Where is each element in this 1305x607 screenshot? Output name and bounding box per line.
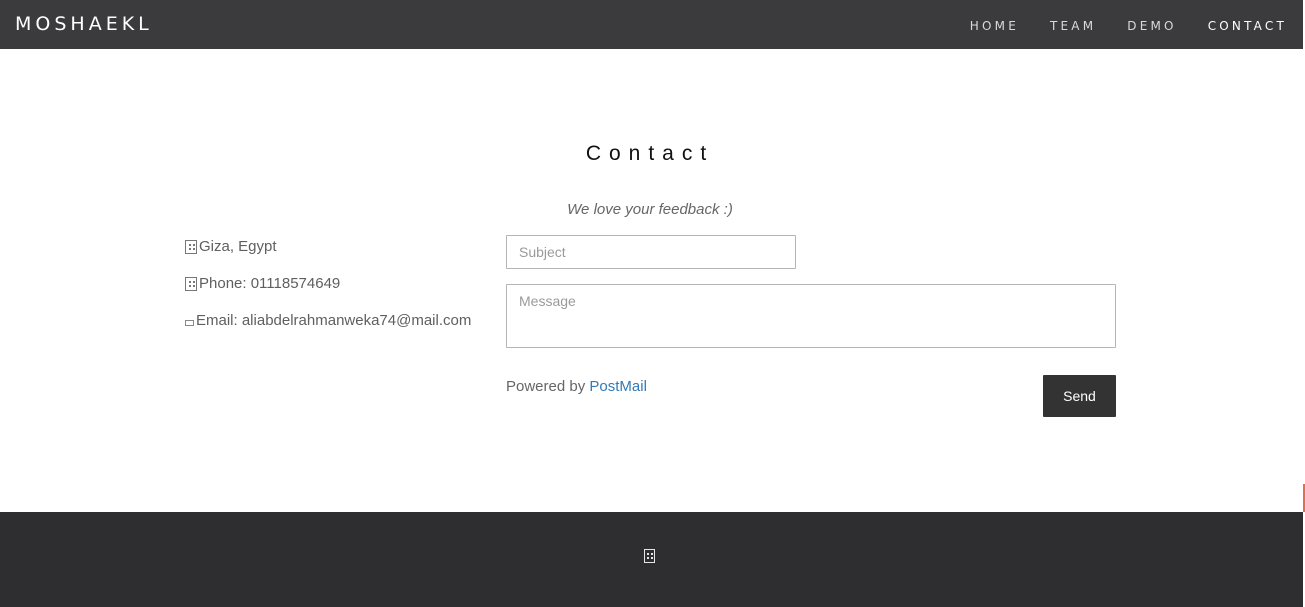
send-button[interactable]: Send	[1043, 375, 1116, 417]
postmail-link[interactable]: PostMail	[589, 378, 647, 395]
building-icon	[644, 549, 655, 563]
contact-tagline: We love your feedback :)	[567, 201, 733, 218]
nav-link-demo[interactable]: DEMO	[1127, 19, 1176, 33]
building-icon	[185, 240, 197, 254]
nav-link-team[interactable]: TEAM	[1050, 19, 1096, 33]
navbar: MOSHAEKL HOME TEAM DEMO CONTACT	[0, 0, 1303, 49]
page-title: Contact	[585, 142, 715, 165]
nav-item-demo: DEMO	[1127, 17, 1176, 35]
nav-item-team: TEAM	[1050, 17, 1096, 35]
email-info: Email: aliabdelrahmanweka74@mail.com	[185, 312, 471, 330]
powered-by-label: Powered by	[506, 378, 586, 395]
footer	[0, 512, 1303, 607]
powered-by: Powered by PostMail	[506, 378, 647, 396]
brand-logo[interactable]: MOSHAEKL	[15, 13, 153, 35]
envelope-icon	[185, 319, 194, 326]
phone-text: Phone: 01118574649	[199, 275, 341, 292]
subject-input[interactable]	[506, 235, 796, 269]
nav-item-home: HOME	[970, 17, 1019, 35]
address-text: Giza, Egypt	[199, 238, 277, 255]
message-textarea[interactable]	[506, 284, 1116, 348]
nav-item-contact: CONTACT	[1208, 17, 1287, 35]
nav-menu: HOME TEAM DEMO CONTACT	[970, 17, 1287, 35]
nav-link-home[interactable]: HOME	[970, 19, 1019, 33]
phone-icon	[185, 277, 197, 291]
phone-info: Phone: 01118574649	[185, 275, 340, 293]
email-text: Email: aliabdelrahmanweka74@mail.com	[196, 312, 472, 329]
address-info: Giza, Egypt	[185, 238, 277, 256]
nav-link-contact[interactable]: CONTACT	[1208, 19, 1287, 33]
